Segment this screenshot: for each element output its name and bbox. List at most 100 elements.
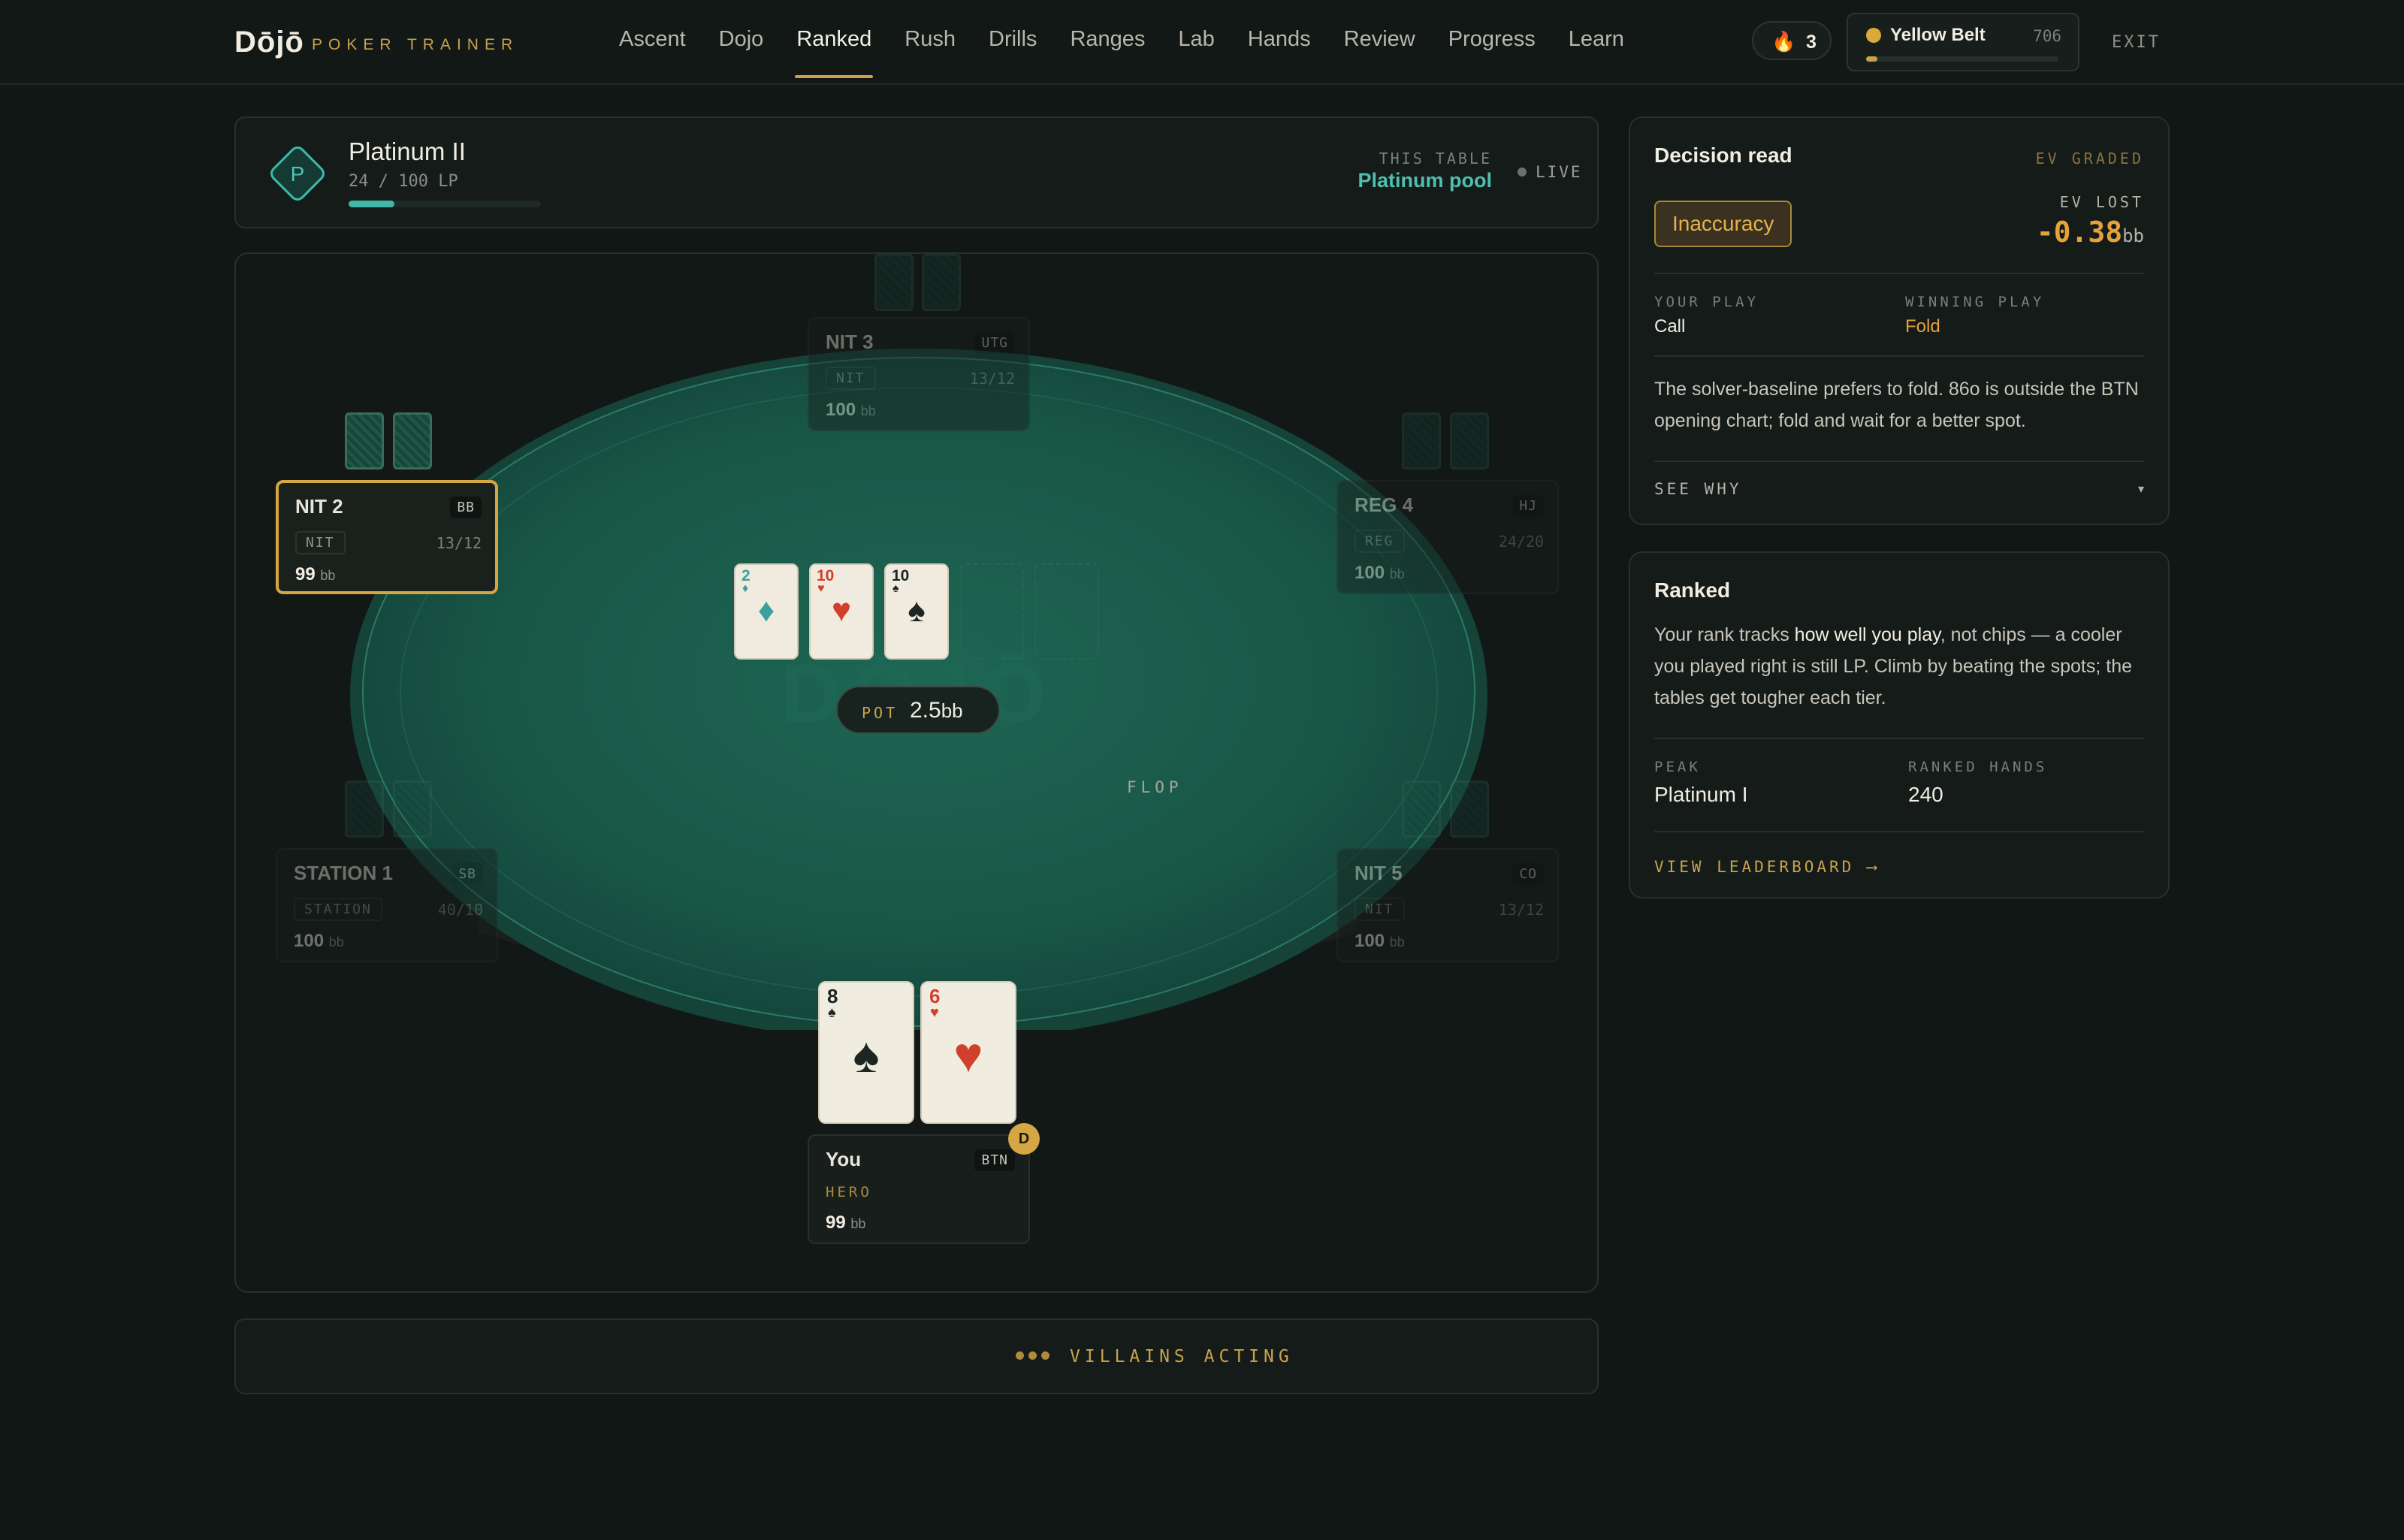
seat-name: REG 4 xyxy=(1355,494,1414,516)
action-status-text: VILLAINS ACTING xyxy=(1070,1347,1294,1366)
nav-ranked[interactable]: Ranked xyxy=(795,27,874,78)
rank-diamond-icon: P xyxy=(270,146,325,201)
nav-review[interactable]: Review xyxy=(1344,27,1415,77)
main-nav: Ascent Dojo Ranked Rush Drills Ranges La… xyxy=(619,27,1657,78)
nav-drills[interactable]: Drills xyxy=(989,27,1037,77)
streak-count: 3 xyxy=(1806,32,1817,53)
seat-stack: 99 bb xyxy=(826,1212,866,1233)
streak-counter[interactable]: 🔥 3 xyxy=(1752,21,1832,60)
seat-stack: 100 bb xyxy=(826,400,876,420)
board-street-label: FLOP xyxy=(1127,778,1183,796)
board-card-2: 10 ♥ ♥ xyxy=(809,563,874,660)
seat-stack: 100 bb xyxy=(294,931,344,951)
nav-dojo[interactable]: Dojo xyxy=(719,27,764,77)
winning-play-value: Fold xyxy=(1905,316,1940,337)
seat-reg4[interactable]: REG 4 HJ REG 24/20 100 bb xyxy=(1336,480,1559,594)
verdict-badge: Inaccuracy xyxy=(1654,201,1792,247)
ranked-info-panel: Ranked Your rank tracks how well you pla… xyxy=(1629,551,2170,898)
pot-label: POT xyxy=(862,704,898,722)
seat-nit5[interactable]: NIT 5 CO NIT 13/12 100 bb xyxy=(1336,848,1559,962)
seat-nit3[interactable]: NIT 3 UTG NIT 13/12 100 bb xyxy=(808,317,1030,431)
seat-stat: 13/12 xyxy=(436,534,482,552)
view-leaderboard-link[interactable]: VIEW LEADERBOARD ⟶ xyxy=(1654,858,1880,876)
pot-display: POT 2.5bb xyxy=(836,686,1000,734)
seat-position: BB xyxy=(450,497,482,518)
seat-name: NIT 5 xyxy=(1355,862,1403,884)
app-logo[interactable]: Dōjō xyxy=(234,26,304,59)
live-label: LIVE xyxy=(1536,163,1583,181)
decision-read-panel: Decision read EV GRADED Inaccuracy EV LO… xyxy=(1629,116,2170,525)
station1-card-back xyxy=(345,781,384,838)
belt-progress-fill xyxy=(1866,56,1878,62)
chevron-down-icon[interactable]: ▾ xyxy=(2138,482,2144,497)
seat-stat: 24/20 xyxy=(1498,533,1544,551)
divider xyxy=(1654,831,2144,832)
see-why-toggle[interactable]: SEE WHY xyxy=(1654,480,1742,498)
belt-progress-card[interactable]: Yellow Belt 706 xyxy=(1847,13,2079,71)
peak-label: PEAK xyxy=(1654,759,1701,775)
top-bar: Dōjō POKER TRAINER Ascent Dojo Ranked Ru… xyxy=(0,0,2404,85)
loading-dots-icon xyxy=(1016,1350,1054,1363)
winning-play-label: WINNING PLAY xyxy=(1905,294,2045,310)
nav-lab[interactable]: Lab xyxy=(1178,27,1214,77)
seat-tag: STATION xyxy=(294,898,382,921)
hero-tag: HERO xyxy=(826,1184,872,1200)
exit-button[interactable]: EXIT xyxy=(2112,33,2161,52)
seat-stack: 100 bb xyxy=(1355,563,1405,583)
ranked-title: Ranked xyxy=(1654,578,1731,602)
nav-hands[interactable]: Hands xyxy=(1248,27,1311,77)
dealer-button-icon: D xyxy=(1008,1123,1040,1155)
table-pool: Platinum pool xyxy=(1358,169,1493,192)
divider xyxy=(1654,273,2144,274)
belt-name: Yellow Belt xyxy=(1890,25,1986,45)
board-card-1: 2 ♦ ♦ xyxy=(734,563,799,660)
nit3-card-back xyxy=(874,254,914,311)
rank-status-bar: P Platinum II 24 / 100 LP THIS TABLE Pla… xyxy=(234,116,1599,228)
seat-stat: 13/12 xyxy=(969,370,1015,388)
board-card-slot-river xyxy=(1034,563,1099,660)
peak-value: Platinum I xyxy=(1654,783,1748,806)
seat-nit2[interactable]: NIT 2 BB NIT 13/12 99 bb xyxy=(276,480,498,594)
hero-card-1: 8 ♠ ♠ xyxy=(818,981,914,1124)
ev-lost-label: EV LOST xyxy=(2059,193,2144,211)
nit2-card-back xyxy=(345,412,384,470)
your-play-value: Call xyxy=(1654,316,1686,337)
pot-value: 2.5bb xyxy=(910,698,963,723)
flame-icon: 🔥 xyxy=(1771,30,1796,53)
seat-position: HJ xyxy=(1512,495,1544,517)
belt-points: 706 xyxy=(2033,27,2061,45)
ranked-hands-value: 240 xyxy=(1908,783,1943,806)
seat-tag: NIT xyxy=(295,531,346,554)
belt-dot-icon xyxy=(1866,28,1881,43)
nit2-card-back xyxy=(393,412,432,470)
nav-rush[interactable]: Rush xyxy=(905,27,956,77)
seat-name: NIT 3 xyxy=(826,331,874,353)
nav-learn[interactable]: Learn xyxy=(1569,27,1624,77)
seat-name: NIT 2 xyxy=(295,495,343,518)
reg4-card-back xyxy=(1450,412,1489,470)
app-subtitle: POKER TRAINER xyxy=(312,36,519,53)
seat-stat: 13/12 xyxy=(1498,901,1544,919)
board-card-3: 10 ♠ ♠ xyxy=(884,563,949,660)
seat-hero[interactable]: You BTN HERO 99 bb xyxy=(808,1134,1030,1244)
ranked-hands-label: RANKED HANDS xyxy=(1908,759,2048,775)
seat-tag: REG xyxy=(1355,530,1405,553)
nit5-card-back xyxy=(1402,781,1441,838)
nav-ascent[interactable]: Ascent xyxy=(619,27,686,77)
nav-ranges[interactable]: Ranges xyxy=(1070,27,1145,77)
rank-lp: 24 / 100 LP xyxy=(349,172,458,191)
reg4-card-back xyxy=(1402,412,1441,470)
action-status-bar: VILLAINS ACTING xyxy=(234,1318,1599,1394)
divider xyxy=(1654,460,2144,462)
seat-name: STATION 1 xyxy=(294,862,393,884)
this-table-label: THIS TABLE xyxy=(1379,149,1492,168)
station1-card-back xyxy=(393,781,432,838)
seat-station1[interactable]: STATION 1 SB STATION 40/10 100 bb xyxy=(276,848,498,962)
nit5-card-back xyxy=(1450,781,1489,838)
ranked-description: Your rank tracks how well you play, not … xyxy=(1654,624,2132,708)
seat-name: You xyxy=(826,1148,862,1170)
poker-table-panel: DŌJŌ NIT 3 UTG NIT 13/12 100 bb NIT 2 BB… xyxy=(234,252,1599,1293)
seat-position: UTG xyxy=(974,332,1015,354)
seat-stack: 99 bb xyxy=(295,564,336,584)
nav-progress[interactable]: Progress xyxy=(1448,27,1536,77)
